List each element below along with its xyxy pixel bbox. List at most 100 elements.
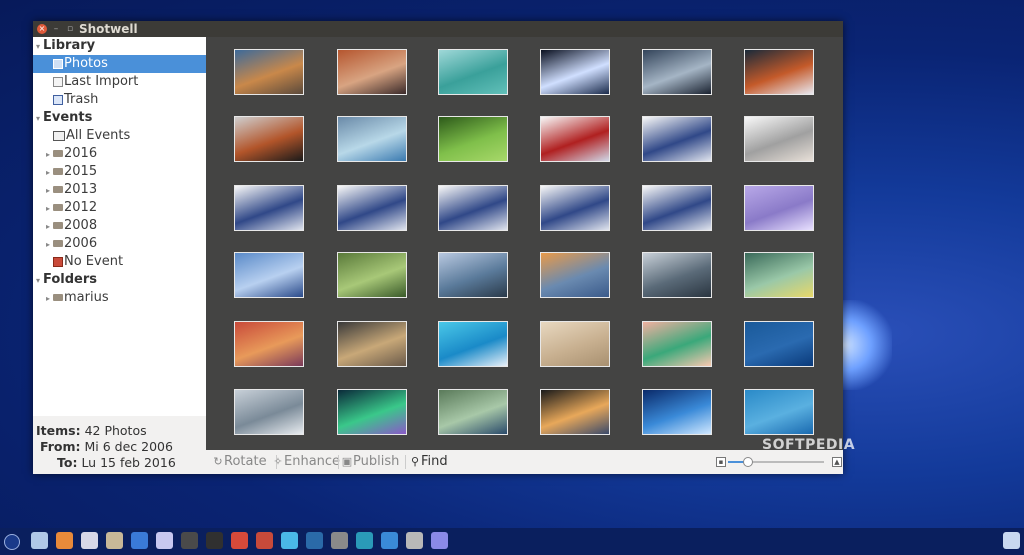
rotate-icon: ↻ bbox=[213, 455, 223, 468]
photo-thumbnail[interactable] bbox=[438, 185, 508, 231]
taskbar-app-icon[interactable] bbox=[206, 532, 223, 549]
photo-thumbnail[interactable] bbox=[337, 185, 407, 231]
photo-thumbnail[interactable] bbox=[744, 116, 814, 162]
folder-icon bbox=[53, 186, 63, 193]
photo-thumbnail[interactable] bbox=[438, 49, 508, 95]
sidebar-item-marius[interactable]: ▸ marius bbox=[33, 289, 206, 307]
photo-thumbnail[interactable] bbox=[744, 321, 814, 367]
photo-thumbnail[interactable] bbox=[337, 49, 407, 95]
photo-thumbnail[interactable] bbox=[642, 252, 712, 298]
app-menu-icon[interactable] bbox=[4, 534, 20, 550]
photo-thumbnail[interactable] bbox=[337, 116, 407, 162]
photo-thumbnail[interactable] bbox=[438, 116, 508, 162]
taskbar-app-icon[interactable] bbox=[381, 532, 398, 549]
taskbar-app-icon[interactable] bbox=[231, 532, 248, 549]
maximize-icon[interactable]: ▫ bbox=[65, 24, 75, 34]
zoom-slider[interactable] bbox=[728, 457, 824, 467]
taskbar-app-icon[interactable] bbox=[306, 532, 323, 549]
rotate-button[interactable]: ↻Rotate bbox=[212, 450, 266, 474]
photo-thumbnail[interactable] bbox=[642, 321, 712, 367]
taskbar-app-icon[interactable] bbox=[281, 532, 298, 549]
enhance-button[interactable]: ✧Enhance bbox=[272, 450, 340, 474]
photo-thumbnail[interactable] bbox=[234, 49, 304, 95]
sidebar-item-last-import[interactable]: Last Import bbox=[33, 73, 206, 91]
taskbar-app-icon[interactable] bbox=[181, 532, 198, 549]
sidebar-item-no-event[interactable]: No Event bbox=[33, 253, 206, 271]
photo-thumbnail[interactable] bbox=[540, 49, 610, 95]
folders-header[interactable]: ▾ Folders bbox=[33, 271, 206, 289]
shotwell-window: × – ▫ Shotwell ▾ Library Photos Last Impo… bbox=[33, 21, 843, 474]
folder-icon bbox=[53, 168, 63, 175]
expand-triangle-icon[interactable]: ▸ bbox=[43, 164, 53, 182]
sidebar-item-2015[interactable]: ▸ 2015 bbox=[33, 163, 206, 181]
photo-thumbnail[interactable] bbox=[337, 321, 407, 367]
photo-thumbnail[interactable] bbox=[744, 185, 814, 231]
zoom-slider-handle[interactable] bbox=[743, 457, 754, 467]
sidebar-item-2008[interactable]: ▸ 2008 bbox=[33, 217, 206, 235]
photo-thumbnail[interactable] bbox=[540, 185, 610, 231]
photo-thumbnail[interactable] bbox=[337, 389, 407, 435]
collapse-triangle-icon: ▾ bbox=[35, 276, 40, 285]
expand-triangle-icon[interactable]: ▸ bbox=[43, 182, 53, 200]
folder-icon bbox=[53, 204, 63, 211]
photo-thumbnail[interactable] bbox=[438, 389, 508, 435]
sidebar-item-all-events[interactable]: All Events bbox=[33, 127, 206, 145]
find-button[interactable]: ⚲ Find bbox=[409, 450, 448, 474]
taskbar-app-icon[interactable] bbox=[56, 532, 73, 549]
zoom-in-icon[interactable]: ▲ bbox=[832, 457, 842, 467]
photo-thumbnail[interactable] bbox=[234, 321, 304, 367]
zoom-out-icon[interactable]: ▪ bbox=[716, 457, 726, 467]
photo-thumbnail[interactable] bbox=[540, 389, 610, 435]
photo-thumbnail[interactable] bbox=[438, 321, 508, 367]
close-icon[interactable]: × bbox=[37, 24, 47, 34]
taskbar-app-icon[interactable] bbox=[331, 532, 348, 549]
taskbar-app-icon[interactable] bbox=[31, 532, 48, 549]
photo-thumbnail[interactable] bbox=[234, 185, 304, 231]
sidebar-item-2012[interactable]: ▸ 2012 bbox=[33, 199, 206, 217]
sidebar-item-2016[interactable]: ▸ 2016 bbox=[33, 145, 206, 163]
taskbar-app-icon[interactable] bbox=[356, 532, 373, 549]
taskbar-app-icon[interactable] bbox=[256, 532, 273, 549]
expand-triangle-icon[interactable]: ▸ bbox=[43, 146, 53, 164]
minimize-icon[interactable]: – bbox=[51, 24, 61, 34]
recycle-bin-icon[interactable] bbox=[1003, 532, 1020, 549]
taskbar bbox=[0, 528, 1024, 555]
photo-thumbnail[interactable] bbox=[540, 116, 610, 162]
sidebar-item-2013[interactable]: ▸ 2013 bbox=[33, 181, 206, 199]
photo-thumbnail[interactable] bbox=[540, 252, 610, 298]
no-event-icon bbox=[53, 256, 63, 267]
expand-triangle-icon[interactable]: ▸ bbox=[43, 236, 53, 254]
publish-button[interactable]: ▣Publish bbox=[341, 450, 400, 474]
items-count: Items: 42 Photos bbox=[36, 423, 147, 438]
photo-thumbnail[interactable] bbox=[540, 321, 610, 367]
sidebar-item-trash[interactable]: Trash bbox=[33, 91, 206, 109]
photo-thumbnail[interactable] bbox=[642, 185, 712, 231]
photo-icon bbox=[53, 58, 63, 69]
photo-thumbnail[interactable] bbox=[337, 252, 407, 298]
taskbar-app-icon[interactable] bbox=[106, 532, 123, 549]
taskbar-app-icon[interactable] bbox=[81, 532, 98, 549]
bottom-toolbar: ↻Rotate ✧Enhance ▣Publish ⚲ Find ▪ ▲ bbox=[206, 450, 843, 474]
sidebar-item-2006[interactable]: ▸ 2006 bbox=[33, 235, 206, 253]
photo-thumbnail[interactable] bbox=[744, 389, 814, 435]
events-header[interactable]: ▾ Events bbox=[33, 109, 206, 127]
taskbar-app-icon[interactable] bbox=[131, 532, 148, 549]
taskbar-app-icon[interactable] bbox=[156, 532, 173, 549]
photo-thumbnail[interactable] bbox=[438, 252, 508, 298]
taskbar-app-icon[interactable] bbox=[431, 532, 448, 549]
photo-thumbnail[interactable] bbox=[744, 252, 814, 298]
expand-triangle-icon[interactable]: ▸ bbox=[43, 218, 53, 236]
photo-thumbnail[interactable] bbox=[234, 389, 304, 435]
publish-icon: ▣ bbox=[341, 455, 353, 468]
expand-triangle-icon[interactable]: ▸ bbox=[43, 200, 53, 218]
photo-thumbnail[interactable] bbox=[642, 116, 712, 162]
photo-thumbnail[interactable] bbox=[234, 116, 304, 162]
expand-triangle-icon[interactable]: ▸ bbox=[43, 290, 53, 308]
sidebar-item-photos[interactable]: Photos bbox=[33, 55, 206, 73]
photo-thumbnail[interactable] bbox=[234, 252, 304, 298]
photo-thumbnail[interactable] bbox=[642, 49, 712, 95]
photo-thumbnail[interactable] bbox=[744, 49, 814, 95]
library-header[interactable]: ▾ Library bbox=[33, 37, 206, 55]
photo-thumbnail[interactable] bbox=[642, 389, 712, 435]
taskbar-app-icon[interactable] bbox=[406, 532, 423, 549]
